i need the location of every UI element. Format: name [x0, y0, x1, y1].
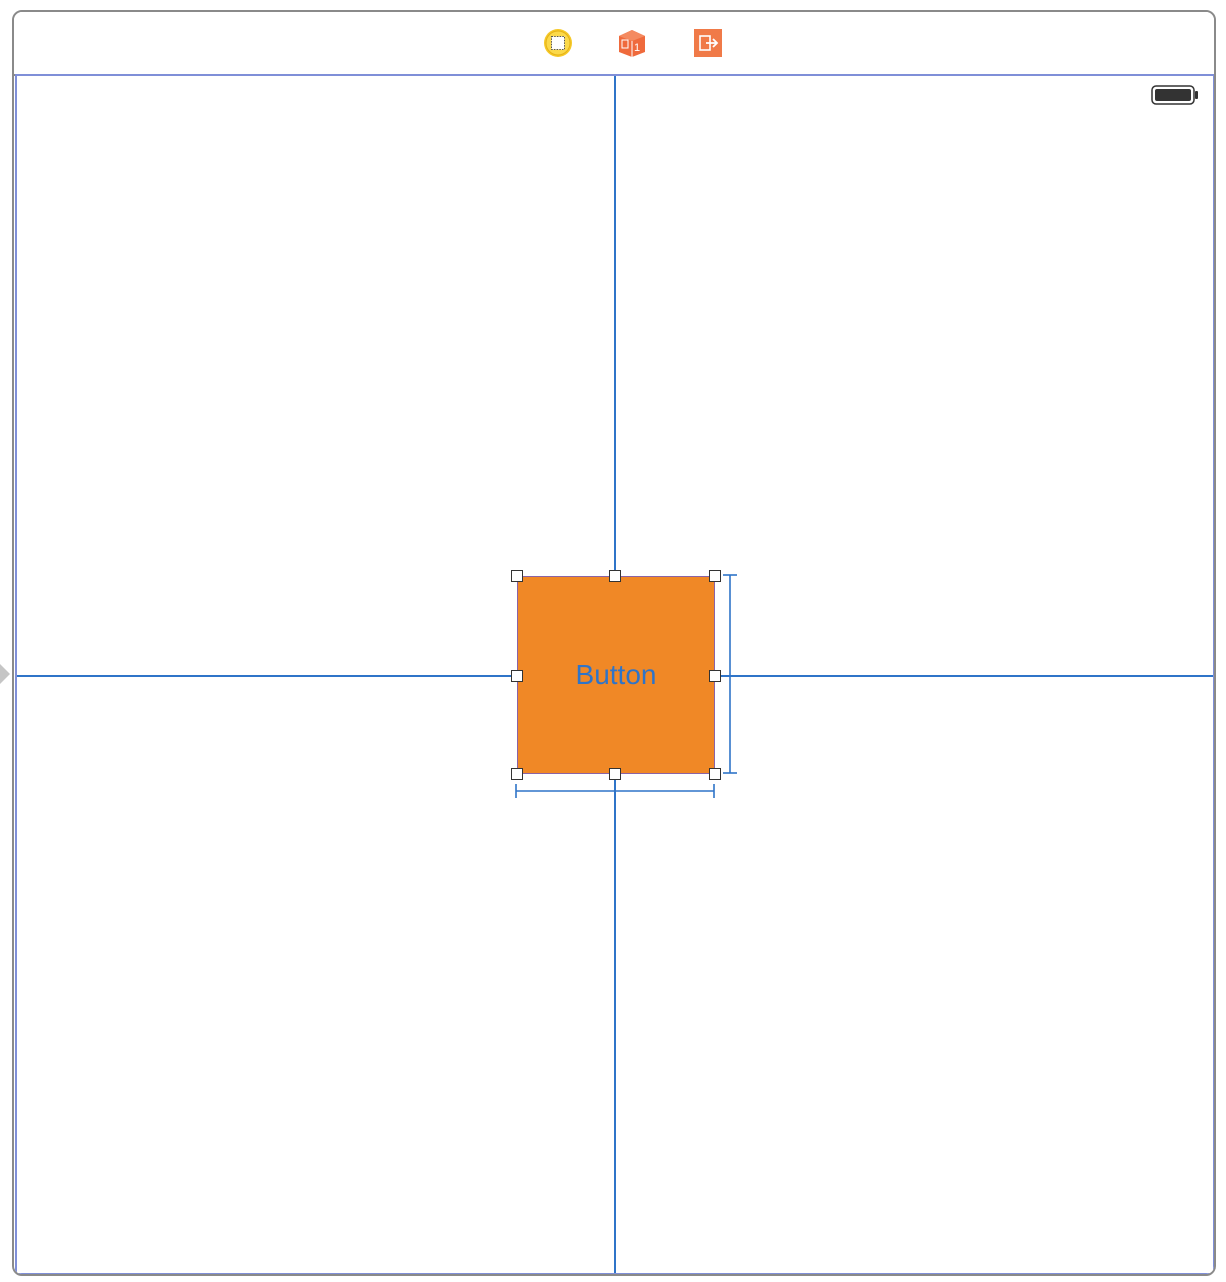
selected-button[interactable]: Button	[517, 576, 715, 774]
resize-handle-left[interactable]	[511, 670, 523, 682]
storyboard-scene[interactable]: 1 Button	[12, 10, 1216, 1276]
view-controller-icon[interactable]	[543, 28, 573, 58]
resize-handle-bottom[interactable]	[609, 768, 621, 780]
height-constraint-indicator[interactable]	[719, 574, 739, 776]
svg-text:1: 1	[634, 42, 640, 54]
button-label: Button	[575, 659, 657, 690]
battery-icon	[1151, 85, 1199, 105]
exit-icon[interactable]	[693, 28, 723, 58]
width-constraint-indicator[interactable]	[515, 780, 717, 800]
scene-dock: 1	[14, 12, 1214, 76]
view-canvas[interactable]: Button	[15, 74, 1214, 1274]
resize-handle-bottom-left[interactable]	[511, 768, 523, 780]
initial-scene-arrow-icon	[0, 664, 10, 684]
resize-handle-top[interactable]	[609, 570, 621, 582]
first-responder-icon[interactable]: 1	[617, 28, 647, 58]
resize-handle-top-left[interactable]	[511, 570, 523, 582]
